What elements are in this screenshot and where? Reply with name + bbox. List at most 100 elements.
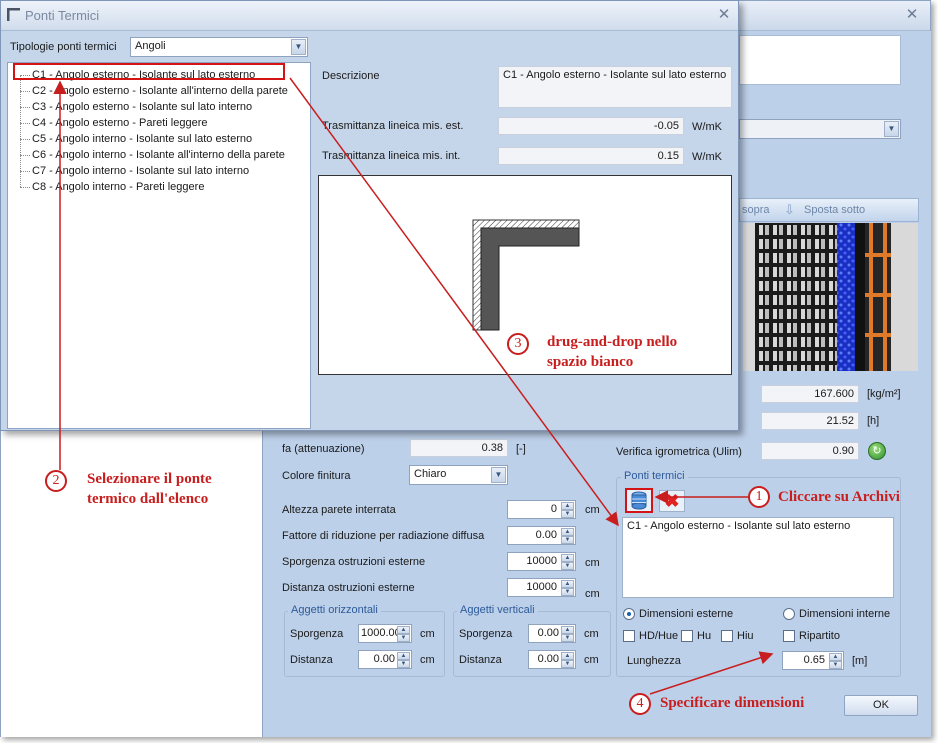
length-label: Lunghezza	[627, 655, 681, 667]
internal-dimensions-label: Dimensioni interne	[799, 608, 891, 620]
database-icon	[631, 491, 647, 510]
length-stepper[interactable]: 0.65 ▲ ▼	[782, 651, 844, 670]
spin-up-icon[interactable]: ▲	[561, 554, 574, 562]
h-overhang-stepper[interactable]: 1000.00 ▲ ▼	[358, 624, 412, 643]
wall-section-image	[743, 223, 918, 371]
typology-select[interactable]: Angoli ▼	[130, 37, 308, 57]
ext-obstruction-overhang-stepper[interactable]: 10000 ▲ ▼	[507, 552, 576, 571]
thermal-bridges-list[interactable]: C1 - Angolo esterno - Isolante sul lato …	[622, 517, 894, 598]
spin-down-icon[interactable]: ▼	[397, 634, 410, 642]
v-distance-stepper[interactable]: 0.00 ▲ ▼	[528, 650, 576, 669]
spin-down-icon[interactable]: ▼	[561, 562, 574, 570]
phase-shift-field[interactable]: 21.52	[761, 412, 859, 430]
annotation-number-2: 2	[45, 470, 67, 492]
mass-field[interactable]: 167.600	[761, 385, 859, 403]
window-icon	[7, 8, 20, 21]
trasm-int-field[interactable]: 0.15	[498, 147, 684, 165]
spin-up-icon[interactable]: ▲	[561, 652, 574, 660]
hiu-label: Hiu	[737, 630, 754, 642]
archive-button[interactable]	[625, 488, 653, 513]
top-right-textbox[interactable]	[739, 35, 901, 85]
tree-item[interactable]: C3 - Angolo esterno - Isolante sul lato …	[32, 100, 252, 114]
tree-item[interactable]: C2 - Angolo esterno - Isolante all'inter…	[32, 84, 288, 98]
attenuation-label: fa (attenuazione)	[282, 443, 365, 455]
spin-down-icon[interactable]: ▼	[397, 660, 410, 668]
hygrometric-check-field[interactable]: 0.90	[761, 442, 859, 460]
trasm-ext-unit: W/mK	[692, 121, 722, 133]
hu-checkbox[interactable]	[681, 630, 693, 642]
distributed-checkbox[interactable]	[783, 630, 795, 642]
spin-down-icon[interactable]: ▼	[561, 510, 574, 518]
ext-obstruction-distance-unit: cm	[585, 588, 600, 600]
spin-down-icon[interactable]: ▼	[561, 634, 574, 642]
h-distance-value: 0.00	[373, 653, 395, 665]
description-field[interactable]: C1 - Angolo esterno - Isolante sul lato …	[498, 66, 732, 108]
chevron-down-icon: ▼	[491, 467, 506, 483]
spin-down-icon[interactable]: ▼	[829, 661, 842, 669]
tree-connector	[20, 171, 30, 172]
chevron-down-icon: ▼	[291, 39, 306, 55]
hygrometric-check-label: Verifica igrometrica (Ulim)	[616, 446, 742, 458]
right-combo[interactable]: ▼	[739, 119, 901, 139]
spin-up-icon[interactable]: ▲	[561, 580, 574, 588]
delete-icon[interactable]: ✖	[659, 490, 685, 512]
close-icon[interactable]: ✕	[716, 7, 732, 23]
spin-up-icon[interactable]: ▲	[829, 653, 842, 661]
hiu-checkbox[interactable]	[721, 630, 733, 642]
annotation-2-line2: termico dall'elenco	[87, 491, 209, 507]
spin-down-icon[interactable]: ▼	[561, 588, 574, 596]
description-label: Descrizione	[322, 70, 380, 82]
tree-item[interactable]: C8 - Angolo interno - Pareti leggere	[32, 180, 204, 194]
annotation-3-line2: spazio bianco	[547, 354, 634, 370]
tree-connector	[20, 91, 30, 92]
hu-label: Hu	[697, 630, 712, 642]
internal-dimensions-radio[interactable]	[783, 608, 795, 620]
dialog-titlebar: Ponti Termici ✕	[1, 1, 738, 31]
tree-item[interactable]: C7 - Angolo interno - Isolante sul lato …	[32, 164, 249, 178]
diffuse-reduction-label: Fattore di riduzione per radiazione diff…	[282, 530, 485, 542]
finish-color-select[interactable]: Chiaro ▼	[409, 465, 508, 485]
external-dimensions-radio[interactable]	[623, 608, 635, 620]
h-overhang-value: 1000.00	[361, 627, 401, 639]
length-unit: [m]	[852, 655, 868, 667]
move-up-button-label[interactable]: sopra	[742, 204, 770, 216]
tree-item[interactable]: C5 - Angolo interno - Isolante sul lato …	[32, 132, 252, 146]
vertical-overhangs-title: Aggetti verticali	[457, 604, 538, 616]
tree-connector	[20, 139, 30, 140]
ext-obstruction-distance-stepper[interactable]: 10000 ▲ ▼	[507, 578, 576, 597]
v-overhang-stepper[interactable]: 0.00 ▲ ▼	[528, 624, 576, 643]
annotation-number-4: 4	[629, 693, 651, 715]
spin-up-icon[interactable]: ▲	[397, 626, 410, 634]
chevron-down-icon: ▼	[884, 121, 899, 137]
spin-up-icon[interactable]: ▲	[561, 528, 574, 536]
spin-down-icon[interactable]: ▼	[561, 660, 574, 668]
hd-hue-checkbox[interactable]	[623, 630, 635, 642]
h-distance-stepper[interactable]: 0.00 ▲ ▼	[358, 650, 412, 669]
finish-color-value: Chiaro	[414, 468, 447, 480]
ext-obstruction-distance-label: Distanza ostruzioni esterne	[282, 582, 415, 594]
tree-item[interactable]: C6 - Angolo interno - Isolante all'inter…	[32, 148, 285, 162]
selected-item-highlight	[13, 63, 285, 80]
diffuse-reduction-stepper[interactable]: 0.00 ▲ ▼	[507, 526, 576, 545]
list-item[interactable]: C1 - Angolo esterno - Isolante sul lato …	[627, 520, 889, 533]
main-window-close-icon[interactable]: ✕	[904, 7, 920, 23]
ext-obstruction-overhang-value: 10000	[526, 555, 557, 567]
spin-up-icon[interactable]: ▲	[561, 626, 574, 634]
v-distance-label: Distanza	[459, 654, 502, 666]
tree-item[interactable]: C4 - Angolo esterno - Pareti leggere	[32, 116, 208, 130]
thermal-bridges-title: Ponti termici	[621, 470, 688, 482]
attenuation-field[interactable]: 0.38	[410, 439, 508, 457]
move-down-button[interactable]: Sposta sotto	[804, 204, 865, 216]
typology-label: Tipologie ponti termici	[10, 41, 117, 53]
layers-toolbar: sopra ⇩ Sposta sotto	[739, 198, 919, 222]
refresh-icon[interactable]: ↻	[868, 442, 886, 460]
buried-wall-height-stepper[interactable]: 0 ▲ ▼	[507, 500, 576, 519]
v-overhang-value: 0.00	[537, 627, 559, 639]
spin-up-icon[interactable]: ▲	[397, 652, 410, 660]
ok-button[interactable]: OK	[844, 695, 918, 716]
annotation-4-text: Specificare dimensioni	[660, 695, 805, 711]
trasm-ext-field[interactable]: -0.05	[498, 117, 684, 135]
annotation-1-text: Cliccare su Archivi	[778, 489, 900, 505]
spin-down-icon[interactable]: ▼	[561, 536, 574, 544]
spin-up-icon[interactable]: ▲	[561, 502, 574, 510]
